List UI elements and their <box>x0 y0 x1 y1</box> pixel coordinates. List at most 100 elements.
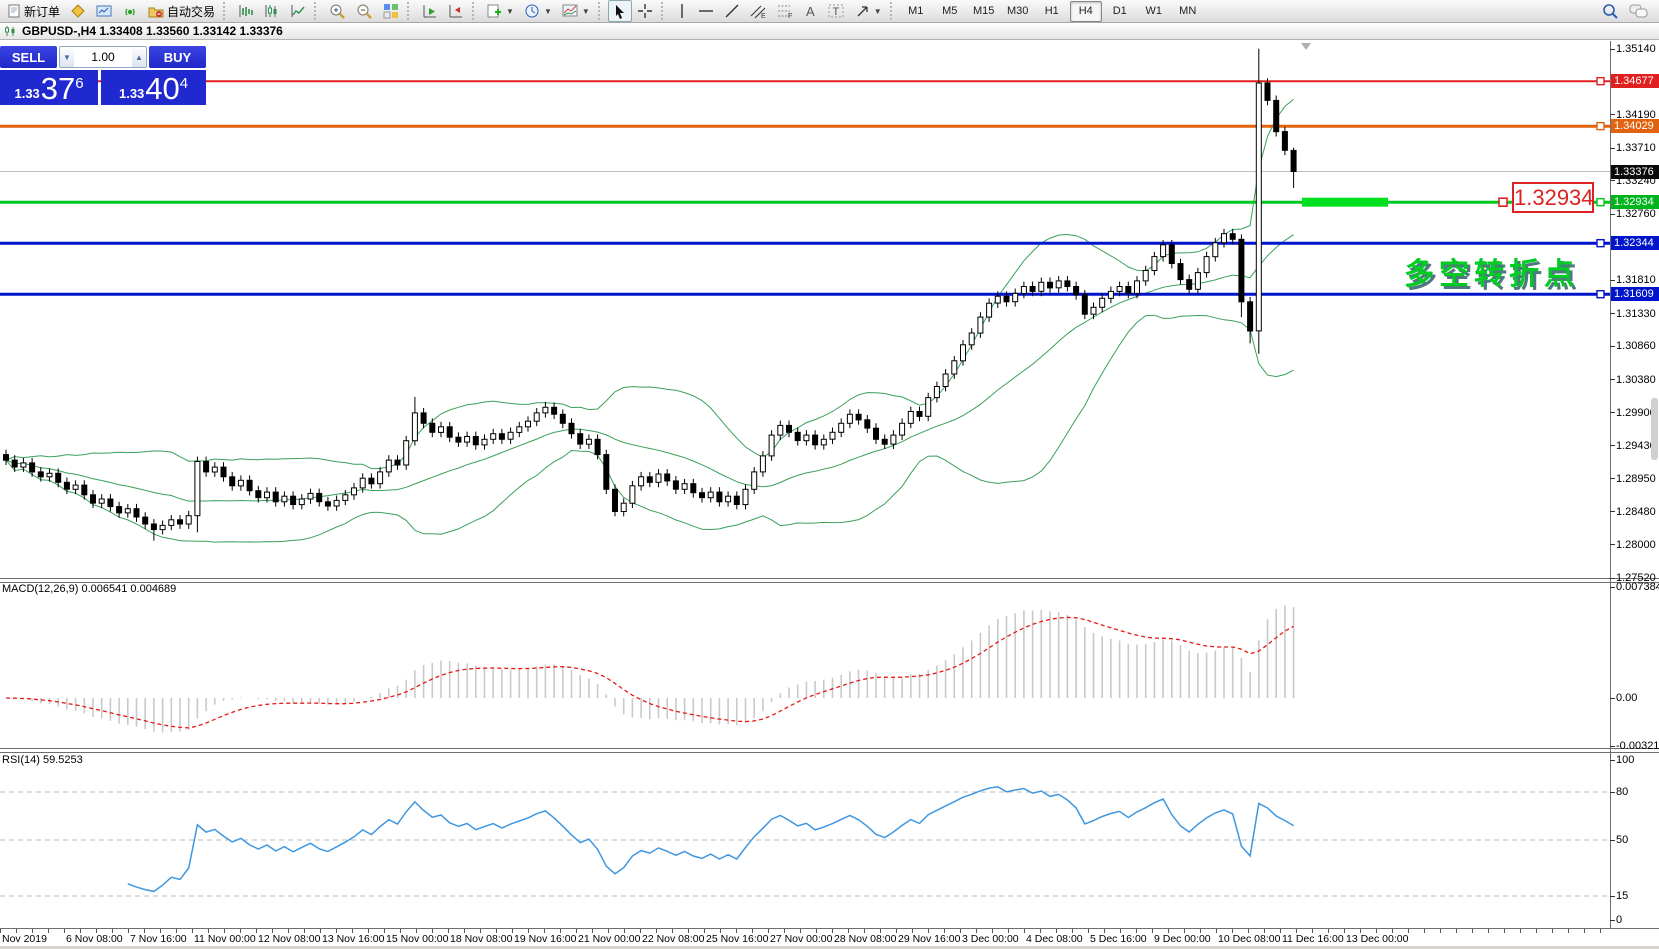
candle-body <box>900 423 905 435</box>
candle-body <box>1213 243 1218 257</box>
candle-body <box>1282 132 1287 151</box>
candle-body <box>586 439 591 444</box>
candle-body <box>404 441 409 465</box>
candle-body <box>117 507 122 513</box>
rsi-line <box>128 787 1294 892</box>
candle-body <box>656 474 661 482</box>
price-box-annotation[interactable]: 1.32934 <box>1512 182 1594 213</box>
candle-body <box>56 473 61 482</box>
candle-body <box>882 439 887 444</box>
candle-body <box>1204 257 1209 273</box>
candle-body <box>517 427 522 433</box>
candle-body <box>178 520 183 524</box>
candle-body <box>160 525 165 529</box>
candle-body <box>978 317 983 333</box>
bid-price-block[interactable]: 1.33 37 6 <box>0 70 98 105</box>
candle-body <box>943 374 948 387</box>
candle-body <box>752 472 757 489</box>
candle-body <box>12 460 17 467</box>
candle-body <box>360 478 365 488</box>
horizontal-line-thick-segment <box>1302 198 1388 207</box>
candle-body <box>760 456 765 472</box>
ask-price-block[interactable]: 1.33 40 4 <box>101 70 206 105</box>
candle-body <box>195 462 200 516</box>
candle-body <box>908 412 913 424</box>
sell-button[interactable]: SELL <box>0 46 57 68</box>
bid-price-small: 1.33 <box>14 86 39 101</box>
candle-body <box>1265 83 1270 100</box>
candle-body <box>439 427 444 433</box>
candle-body <box>299 499 304 505</box>
candle-body <box>552 407 557 414</box>
volume-field[interactable]: 1.00 <box>74 47 132 67</box>
candle-body <box>1091 307 1096 314</box>
candle-body <box>865 420 870 428</box>
volume-stepper: ▼ 1.00 ▲ <box>59 46 147 68</box>
candle-body <box>665 474 670 481</box>
candle-body <box>700 493 705 498</box>
ask-price-small: 1.33 <box>119 86 144 101</box>
candle-body <box>734 496 739 504</box>
candle-body <box>343 495 348 501</box>
candle-body <box>508 432 513 439</box>
volume-decrease-button[interactable]: ▼ <box>60 47 74 67</box>
buy-button[interactable]: BUY <box>149 46 206 68</box>
candle-body <box>847 414 852 423</box>
candle-body <box>212 467 217 472</box>
volume-increase-button[interactable]: ▲ <box>132 47 146 67</box>
candle-body <box>778 425 783 435</box>
candle-body <box>1178 264 1183 280</box>
candle-body <box>230 477 235 486</box>
candle-body <box>804 435 809 441</box>
pivot-text-annotation[interactable]: 多空转折点 <box>1404 249 1579 293</box>
candle-body <box>1169 245 1174 264</box>
candle-body <box>99 499 104 503</box>
line-anchor-handle <box>1597 199 1604 206</box>
candle-body <box>473 437 478 445</box>
candle-body <box>1117 287 1122 292</box>
candle-body <box>1108 291 1113 298</box>
candle-body <box>186 516 191 524</box>
candle-body <box>534 413 539 421</box>
bid-price-sup: 6 <box>75 75 83 92</box>
candle-body <box>1230 234 1235 240</box>
candle-body <box>1030 287 1035 292</box>
candle-body <box>682 484 687 490</box>
candle-body <box>726 496 731 502</box>
candle-body <box>1004 296 1009 302</box>
candle-body <box>82 485 87 495</box>
candle-body <box>604 455 609 490</box>
candle-body <box>412 413 417 441</box>
one-click-trade-panel: SELL ▼ 1.00 ▲ BUY 1.33 37 6 1.33 40 4 <box>0 46 206 105</box>
candle-body <box>4 455 9 461</box>
chart-canvas[interactable] <box>0 0 1659 949</box>
candle-body <box>395 460 400 465</box>
candle-body <box>874 428 879 439</box>
candle-body <box>265 492 270 498</box>
candle-body <box>47 473 52 477</box>
candle-body <box>795 432 800 440</box>
candle-body <box>769 435 774 456</box>
candle-body <box>247 480 252 490</box>
candle-body <box>952 361 957 374</box>
candle-body <box>1161 245 1166 257</box>
candle-body <box>969 333 974 345</box>
candle-body <box>334 500 339 506</box>
bollinger-upper-band <box>6 99 1294 468</box>
candle-body <box>1065 281 1070 287</box>
candle-body <box>256 491 261 498</box>
candle-body <box>1195 273 1200 290</box>
candle-body <box>143 517 148 524</box>
candle-body <box>821 439 826 445</box>
candle-body <box>64 482 69 489</box>
candle-body <box>221 467 226 477</box>
candle-body <box>569 423 574 433</box>
candle-body <box>125 509 130 513</box>
candle-body <box>456 437 461 442</box>
candle-body <box>447 427 452 437</box>
candle-body <box>1291 150 1296 171</box>
line-anchor-handle <box>1597 78 1604 85</box>
candle-body <box>1135 281 1140 294</box>
candle-body <box>369 478 374 484</box>
candle-body <box>578 434 583 444</box>
